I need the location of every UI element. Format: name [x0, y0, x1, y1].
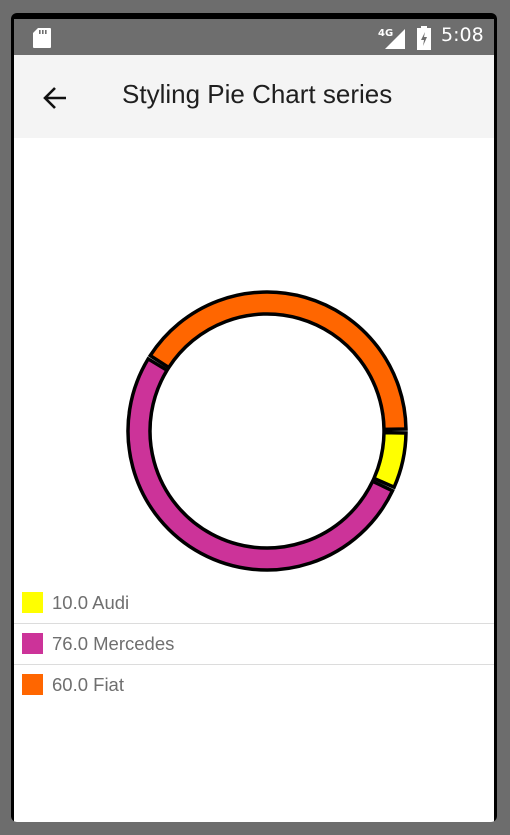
pie-chart[interactable] — [14, 138, 494, 588]
legend-item[interactable]: 76.0 Mercedes — [14, 624, 494, 665]
status-bar: 4G 5:08 — [14, 19, 494, 55]
device-screen: 4G 5:08 Styling Pie Chart series 10.0 Au… — [11, 13, 497, 822]
app-bar: Styling Pie Chart series — [14, 55, 494, 138]
pie-slice-fiat[interactable] — [147, 290, 408, 432]
chart-legend: 10.0 Audi 76.0 Mercedes 60.0 Fiat — [14, 583, 494, 705]
legend-swatch — [22, 633, 43, 654]
device-frame: 4G 5:08 Styling Pie Chart series 10.0 Au… — [0, 0, 510, 835]
arrow-back-icon — [43, 87, 66, 109]
pie-slice-mercedes[interactable] — [126, 356, 395, 572]
battery-icon — [417, 26, 431, 50]
pie-slice-audi[interactable] — [371, 430, 408, 490]
page-title: Styling Pie Chart series — [122, 79, 393, 109]
signal-icon — [385, 29, 405, 49]
legend-item[interactable]: 10.0 Audi — [14, 583, 494, 624]
main-content: 10.0 Audi 76.0 Mercedes 60.0 Fiat — [14, 138, 494, 822]
legend-swatch — [22, 674, 43, 695]
legend-label: 76.0 Mercedes — [52, 633, 175, 654]
legend-item[interactable]: 60.0 Fiat — [14, 665, 494, 705]
status-time: 5:08 — [441, 24, 484, 46]
back-button[interactable] — [32, 75, 78, 121]
sd-card-icon — [33, 28, 51, 48]
legend-label: 10.0 Audi — [52, 592, 130, 613]
legend-swatch — [22, 592, 43, 613]
legend-label: 60.0 Fiat — [52, 674, 124, 695]
